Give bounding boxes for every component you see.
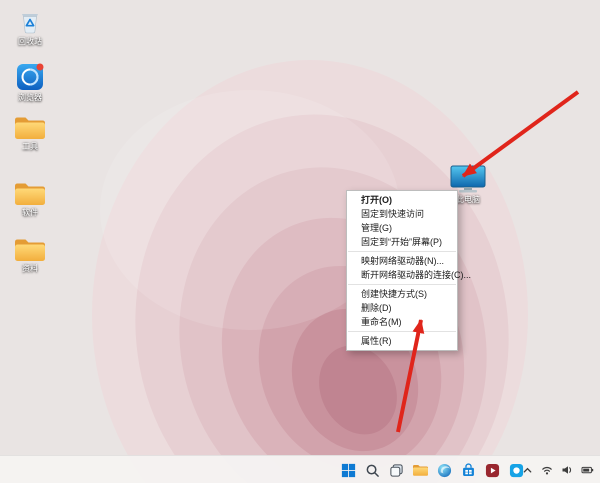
context-menu-item-create-shortcut[interactable]: 创建快捷方式(S) bbox=[347, 287, 457, 301]
chevron-up-icon bbox=[522, 465, 533, 476]
recycle-bin-icon bbox=[15, 6, 45, 36]
context-menu-item-disconnect-network-drive[interactable]: 断开网络驱动器的连接(C)... bbox=[347, 268, 457, 282]
volume-button[interactable] bbox=[560, 462, 574, 478]
store-button[interactable] bbox=[458, 459, 478, 481]
desktop-icon-folder-3[interactable]: 资料 bbox=[4, 236, 56, 273]
start-button[interactable] bbox=[338, 459, 358, 481]
task-view-button[interactable] bbox=[386, 459, 406, 481]
desktop-icon-label: 工具 bbox=[22, 142, 38, 151]
edge-browser-button[interactable] bbox=[434, 459, 454, 481]
store-icon bbox=[461, 463, 476, 478]
wifi-icon bbox=[541, 464, 553, 476]
file-explorer-icon bbox=[412, 463, 429, 477]
desktop-icon-folder-2[interactable]: 软件 bbox=[4, 180, 56, 217]
search-button[interactable] bbox=[362, 459, 382, 481]
browser-app-icon bbox=[15, 62, 45, 92]
menu-separator bbox=[348, 284, 456, 285]
desktop-icon-browser-app[interactable]: 浏览器 bbox=[4, 62, 56, 102]
desktop-wallpaper bbox=[0, 0, 600, 483]
context-menu-item-map-network-drive[interactable]: 映射网络驱动器(N)... bbox=[347, 254, 457, 268]
show-hidden-icons-button[interactable] bbox=[520, 462, 534, 478]
desktop-icon-label: 回收站 bbox=[18, 37, 42, 46]
windows-logo-icon bbox=[341, 463, 356, 478]
folder-icon bbox=[13, 236, 47, 263]
volume-icon bbox=[561, 464, 573, 476]
task-view-icon bbox=[389, 463, 404, 478]
context-menu: 打开(O) 固定到快速访问 管理(G) 固定到“开始”屏幕(P) 映射网络驱动器… bbox=[346, 190, 458, 351]
taskbar bbox=[0, 455, 600, 483]
system-tray bbox=[520, 456, 594, 483]
folder-icon bbox=[13, 114, 47, 141]
network-button[interactable] bbox=[540, 462, 554, 478]
edge-icon bbox=[437, 463, 452, 478]
desktop-icon-label: 资料 bbox=[22, 264, 38, 273]
context-menu-item-manage[interactable]: 管理(G) bbox=[347, 221, 457, 235]
context-menu-item-pin-quick-access[interactable]: 固定到快速访问 bbox=[347, 207, 457, 221]
taskbar-center-icons bbox=[338, 456, 526, 483]
desktop-icon-folder-1[interactable]: 工具 bbox=[4, 114, 56, 151]
desktop-icon-label: 软件 bbox=[22, 208, 38, 217]
menu-separator bbox=[348, 251, 456, 252]
context-menu-item-pin-to-start[interactable]: 固定到“开始”屏幕(P) bbox=[347, 235, 457, 249]
battery-button[interactable] bbox=[580, 462, 594, 478]
context-menu-item-open[interactable]: 打开(O) bbox=[347, 193, 457, 207]
desktop-icon-label: 此电脑 bbox=[456, 195, 480, 204]
menu-separator bbox=[348, 331, 456, 332]
desktop-icon-label: 浏览器 bbox=[18, 93, 42, 102]
context-menu-item-rename[interactable]: 重命名(M) bbox=[347, 315, 457, 329]
desktop-icon-recycle-bin[interactable]: 回收站 bbox=[4, 6, 56, 46]
folder-icon bbox=[13, 180, 47, 207]
pinned-app-1-button[interactable] bbox=[482, 459, 502, 481]
context-menu-item-properties[interactable]: 属性(R) bbox=[347, 334, 457, 348]
battery-icon bbox=[581, 464, 594, 476]
media-app-icon bbox=[485, 463, 500, 478]
context-menu-item-delete[interactable]: 删除(D) bbox=[347, 301, 457, 315]
search-icon bbox=[365, 463, 380, 478]
file-explorer-button[interactable] bbox=[410, 459, 430, 481]
